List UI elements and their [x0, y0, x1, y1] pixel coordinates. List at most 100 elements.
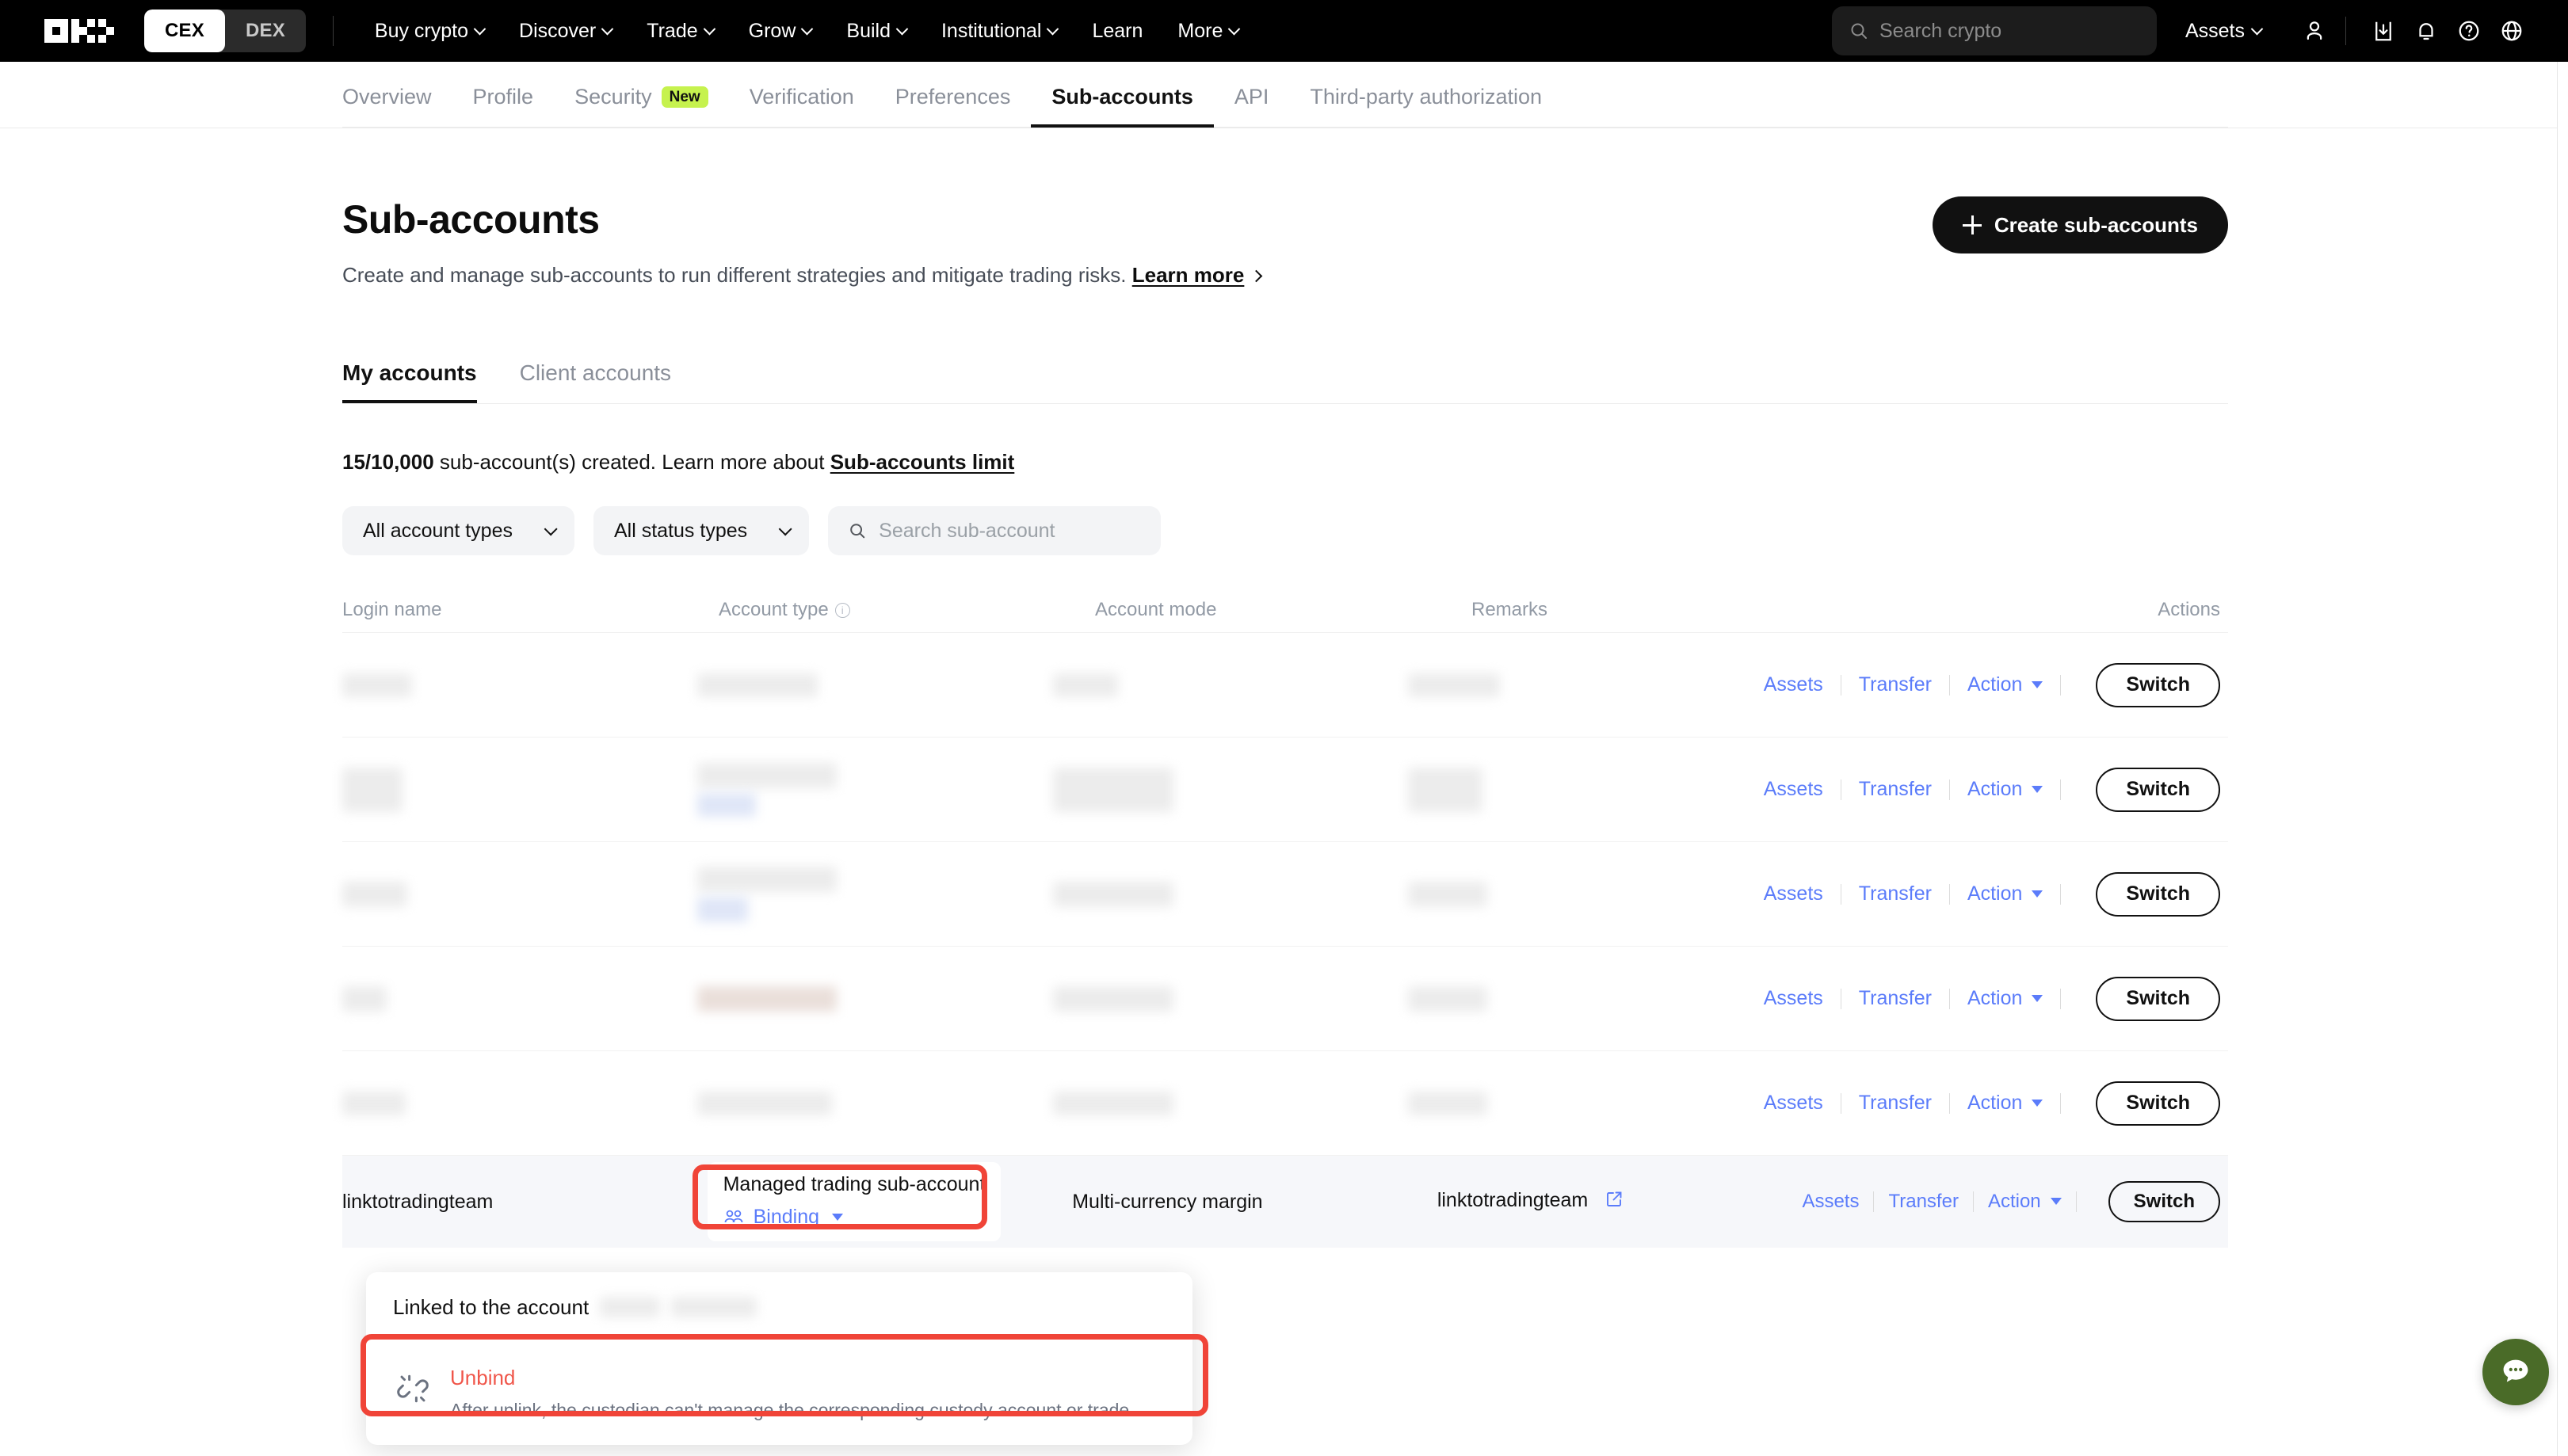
nav-item-discover[interactable]: Discover [502, 20, 629, 43]
info-icon[interactable]: i [835, 603, 850, 618]
cex-segment[interactable]: CEX [144, 10, 225, 52]
switch-button[interactable]: Switch [2096, 663, 2220, 707]
nav-item-build[interactable]: Build [829, 20, 924, 43]
download-icon[interactable] [2365, 13, 2402, 49]
chat-support-button[interactable] [2482, 1339, 2549, 1405]
caret-down-icon [2032, 890, 2043, 898]
assets-link[interactable]: Assets [1764, 778, 1823, 801]
cell-account-mode [1053, 986, 1408, 1012]
help-icon[interactable] [2451, 13, 2487, 49]
cell-login-name [342, 882, 697, 907]
nav-item-institutional[interactable]: Institutional [924, 20, 1074, 43]
bell-icon[interactable] [2408, 13, 2444, 49]
cell-remarks: linktotradingteam [1437, 1189, 1803, 1214]
action-dropdown[interactable]: Action [1988, 1191, 2062, 1213]
tab-verification[interactable]: Verification [729, 85, 875, 127]
transfer-link[interactable]: Transfer [1859, 778, 1932, 801]
transfer-link[interactable]: Transfer [1859, 987, 1932, 1010]
binding-dropdown-trigger[interactable]: Binding [723, 1206, 986, 1229]
edit-remark-icon[interactable] [1605, 1190, 1624, 1214]
nav-item-buy-crypto[interactable]: Buy crypto [357, 20, 502, 43]
tab-client-accounts[interactable]: Client accounts [520, 360, 671, 403]
switch-button[interactable]: Switch [2096, 872, 2220, 917]
dex-segment[interactable]: DEX [225, 10, 306, 52]
action-separator [2060, 989, 2061, 1009]
chevron-down-icon [2251, 22, 2264, 35]
tab-security[interactable]: Security New [554, 85, 729, 127]
assets-link[interactable]: Assets [1764, 987, 1823, 1010]
action-dropdown[interactable]: Action [1967, 778, 2043, 801]
table-row[interactable]: Assets Transfer Action Switch [342, 738, 2228, 842]
table-row[interactable]: Assets Transfer Action Switch [342, 1051, 2228, 1156]
action-dropdown[interactable]: Action [1967, 1092, 2043, 1115]
new-badge: New [662, 86, 708, 108]
nav-label: Trade [647, 20, 697, 43]
assets-menu[interactable]: Assets [2185, 20, 2261, 43]
redacted-value [342, 986, 387, 1012]
tab-third-party-authorization[interactable]: Third-party authorization [1289, 85, 1563, 127]
sub-accounts-limit-link[interactable]: Sub-accounts limit [830, 450, 1015, 474]
page-header: Sub-accounts Create and manage sub-accou… [342, 128, 2228, 288]
tab-label: Third-party authorization [1310, 85, 1542, 109]
cex-dex-toggle[interactable]: CEX DEX [144, 10, 306, 52]
nav-item-learn[interactable]: Learn [1074, 20, 1160, 43]
nav-item-more[interactable]: More [1160, 20, 1256, 43]
switch-button[interactable]: Switch [2096, 977, 2220, 1021]
switch-button[interactable]: Switch [2108, 1181, 2220, 1222]
action-separator [1973, 1191, 1974, 1212]
assets-link[interactable]: Assets [1764, 882, 1823, 905]
transfer-link[interactable]: Transfer [1888, 1191, 1958, 1213]
assets-link[interactable]: Assets [1764, 673, 1823, 696]
status-type-filter[interactable]: All status types [593, 506, 809, 555]
globe-icon[interactable] [2494, 13, 2530, 49]
col-remarks: Remarks [1471, 599, 1848, 621]
table-row[interactable]: Assets Transfer Action Switch [342, 633, 2228, 738]
table-row[interactable]: Assets Transfer Action Switch [342, 947, 2228, 1051]
action-label: Action [1967, 673, 2022, 696]
action-label: Action [1967, 1092, 2022, 1114]
cell-remarks [1408, 986, 1763, 1012]
account-type-filter[interactable]: All account types [342, 506, 574, 555]
assets-link[interactable]: Assets [1764, 1092, 1823, 1115]
redacted-linked-account-2 [671, 1297, 757, 1317]
cell-account-type [697, 673, 1052, 697]
action-dropdown[interactable]: Action [1967, 673, 2043, 696]
switch-button[interactable]: Switch [2096, 1081, 2220, 1126]
nav-item-trade[interactable]: Trade [629, 20, 731, 43]
managed-account-type-cell[interactable]: Managed trading sub-account Binding [708, 1162, 1002, 1241]
transfer-link[interactable]: Transfer [1859, 1092, 1932, 1115]
page-scrollbar[interactable] [2557, 62, 2568, 1456]
user-account-icon[interactable] [2296, 13, 2333, 49]
tab-overview[interactable]: Overview [342, 85, 452, 127]
switch-button[interactable]: Switch [2096, 768, 2220, 812]
okx-logo[interactable] [44, 19, 114, 43]
crypto-search-input[interactable]: Search crypto [1832, 6, 2157, 55]
table-row-highlighted[interactable]: linktotradingteam Managed trading sub-ac… [342, 1156, 2228, 1248]
tab-profile[interactable]: Profile [452, 85, 555, 127]
cell-login-name [342, 986, 697, 1012]
transfer-link[interactable]: Transfer [1859, 882, 1932, 905]
action-dropdown[interactable]: Action [1967, 882, 2043, 905]
tab-my-accounts[interactable]: My accounts [342, 360, 477, 403]
chevron-down-icon [779, 522, 792, 536]
unbind-option[interactable]: Unbind After unlink, the custodian can't… [366, 1342, 1192, 1445]
sub-account-search-input[interactable]: Search sub-account [828, 506, 1161, 555]
learn-more-link[interactable]: Learn more [1132, 263, 1245, 287]
nav-item-grow[interactable]: Grow [731, 20, 830, 43]
transfer-link[interactable]: Transfer [1859, 673, 1932, 696]
action-dropdown[interactable]: Action [1967, 987, 2043, 1010]
tab-api[interactable]: API [1214, 85, 1290, 127]
page-content: Sub-accounts Create and manage sub-accou… [0, 128, 2568, 1248]
caret-down-icon [2032, 681, 2043, 688]
cell-login-name: linktotradingteam [342, 1191, 708, 1214]
nav-divider [333, 16, 334, 46]
redacted-value [697, 673, 818, 697]
tab-sub-accounts[interactable]: Sub-accounts [1031, 85, 1214, 127]
page-subtitle-text: Create and manage sub-accounts to run di… [342, 263, 1127, 287]
assets-link[interactable]: Assets [1802, 1191, 1859, 1213]
create-sub-accounts-button[interactable]: Create sub-accounts [1933, 196, 2228, 253]
action-separator [1949, 1093, 1950, 1114]
tab-preferences[interactable]: Preferences [875, 85, 1032, 127]
nav-label: Institutional [941, 20, 1041, 43]
table-row[interactable]: Assets Transfer Action Switch [342, 842, 2228, 947]
